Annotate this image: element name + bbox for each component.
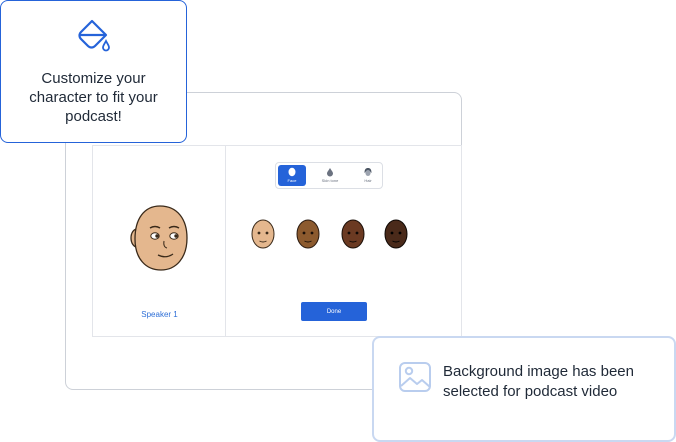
- tab-face[interactable]: Face: [278, 165, 306, 186]
- paint-bucket-icon: [78, 19, 110, 52]
- skin-tone-option[interactable]: [295, 218, 321, 250]
- droplet-icon: [327, 168, 333, 177]
- tab-face-label: Face: [287, 178, 297, 183]
- tab-skin-tone[interactable]: Skin tone: [316, 165, 344, 186]
- skin-tone-option[interactable]: [383, 218, 409, 250]
- customize-callout: Customize your character to fit your pod…: [0, 0, 187, 143]
- skin-tone-option[interactable]: [340, 218, 366, 250]
- character-editor-panel: Speaker 1 Face Skin tone Hair Done: [92, 145, 462, 337]
- tab-hair-label: Hair: [364, 178, 372, 183]
- skin-tone-option[interactable]: [250, 218, 276, 250]
- customization-tabs: Face Skin tone Hair: [275, 162, 383, 189]
- hair-icon: [364, 168, 372, 176]
- background-callout-text: Background image has been selected for p…: [443, 363, 634, 400]
- character-preview-pane: Speaker 1: [93, 146, 226, 336]
- image-icon: [399, 362, 431, 392]
- face-icon: [288, 167, 296, 177]
- tab-skin-tone-label: Skin tone: [321, 178, 339, 183]
- done-button[interactable]: Done: [301, 302, 367, 321]
- customize-callout-text: Customize your character to fit your pod…: [29, 70, 158, 125]
- speaker-name-label[interactable]: Speaker 1: [93, 310, 226, 319]
- character-avatar: [130, 205, 188, 271]
- background-callout: Background image has been selected for p…: [372, 336, 676, 442]
- tab-hair[interactable]: Hair: [354, 165, 382, 186]
